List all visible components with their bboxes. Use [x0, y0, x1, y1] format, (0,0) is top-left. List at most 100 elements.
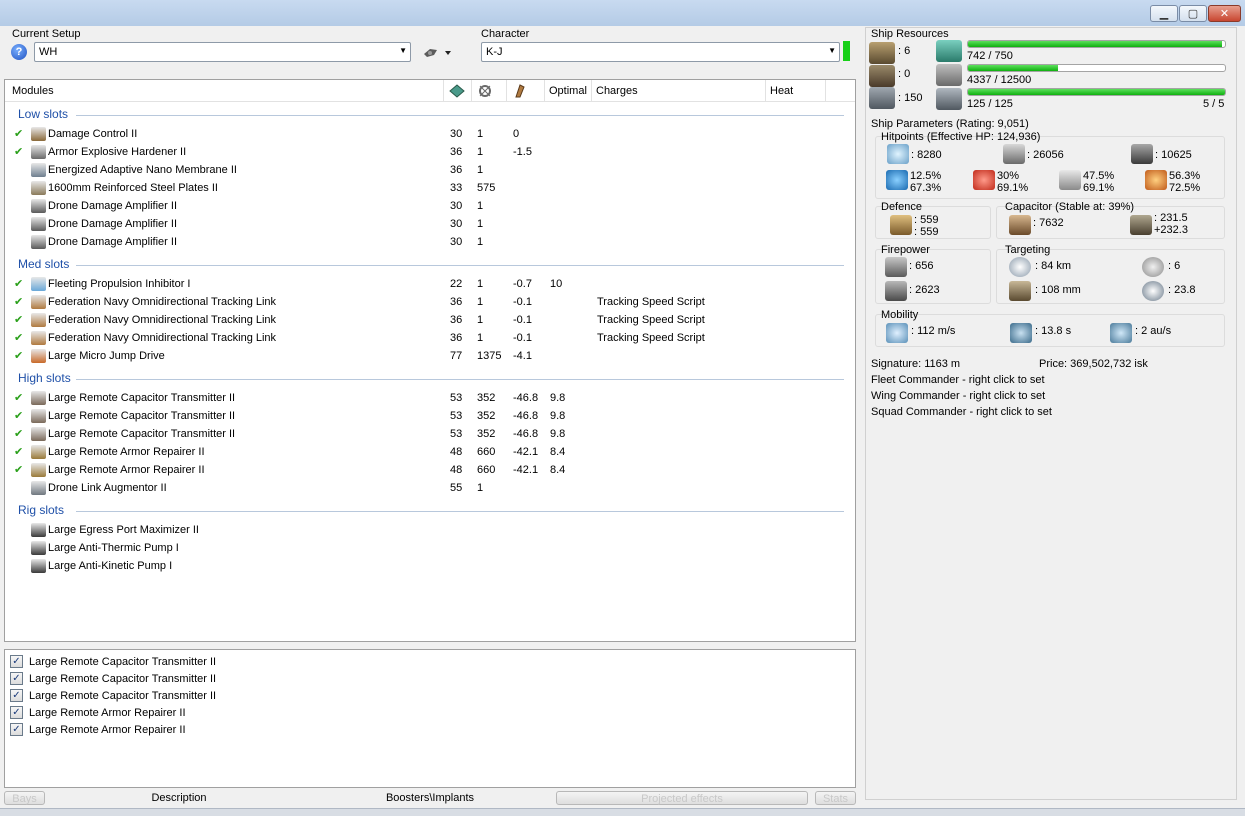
- col-optimal[interactable]: Optimal: [545, 80, 592, 102]
- maximize-button[interactable]: ▢: [1179, 5, 1207, 22]
- projected-effects-panel[interactable]: ✓ Large Remote Capacitor Transmitter II ✓ L…: [4, 649, 856, 788]
- module-capacitor: -0.7: [513, 278, 532, 290]
- module-capacitor: -0.1: [513, 332, 532, 344]
- setup-select[interactable]: WH ▼: [34, 42, 411, 62]
- active-check-icon[interactable]: ✔: [14, 427, 23, 440]
- character-select[interactable]: K-J ▼: [481, 42, 840, 62]
- projected-checkbox[interactable]: ✓: [10, 672, 23, 685]
- projected-checkbox[interactable]: ✓: [10, 689, 23, 702]
- tab-description[interactable]: Description: [120, 791, 238, 805]
- module-charge[interactable]: Tracking Speed Script: [597, 314, 705, 326]
- active-check-icon[interactable]: ✔: [14, 277, 23, 290]
- module-charge[interactable]: Tracking Speed Script: [597, 296, 705, 308]
- active-check-icon[interactable]: ✔: [14, 127, 23, 140]
- turret-hardpoint-icon: [869, 42, 895, 64]
- col-heat[interactable]: Heat: [766, 80, 826, 102]
- module-row[interactable]: ✔ Fleeting Propulsion Inhibitor I 22 1 -0.7 1…: [5, 275, 855, 293]
- module-row[interactable]: Drone Damage Amplifier II 30 1: [5, 233, 855, 251]
- active-check-icon[interactable]: ✔: [14, 331, 23, 344]
- projected-checkbox[interactable]: ✓: [10, 706, 23, 719]
- active-check-icon[interactable]: ✔: [14, 409, 23, 422]
- active-check-icon[interactable]: ✔: [14, 445, 23, 458]
- module-row[interactable]: ✔ Large Remote Armor Repairer II 48 660 -42.…: [5, 443, 855, 461]
- bottom-tabs: Bays Description Boosters\Implants Proje…: [0, 791, 860, 807]
- powergrid-value: 4337 / 12500: [967, 74, 1032, 86]
- module-row[interactable]: Drone Damage Amplifier II 30 1: [5, 215, 855, 233]
- sensor-strength-icon: [1142, 281, 1164, 301]
- projected-checkbox[interactable]: ✓: [10, 723, 23, 736]
- help-icon[interactable]: ?: [11, 44, 27, 60]
- ship-tools-button[interactable]: [421, 44, 455, 61]
- col-powergrid[interactable]: [472, 80, 507, 102]
- projected-checkbox[interactable]: ✓: [10, 655, 23, 668]
- modules-panel[interactable]: Modules Optimal Charges Heat Low slots ✔…: [4, 79, 856, 642]
- active-drones: 5 / 5: [1203, 98, 1225, 110]
- module-row[interactable]: ✔ Large Remote Armor Repairer II 48 660 -42.…: [5, 461, 855, 479]
- module-row[interactable]: ✔ Damage Control II 30 1 0: [5, 125, 855, 143]
- module-row[interactable]: ✔ Federation Navy Omnidirectional Trackin…: [5, 311, 855, 329]
- fleet-commander-slot[interactable]: Fleet Commander - right click to set: [871, 374, 1045, 386]
- module-icon: [31, 481, 46, 495]
- module-row[interactable]: ✔ Large Remote Capacitor Transmitter II 53…: [5, 407, 855, 425]
- max-speed: : 112 m/s: [911, 325, 956, 337]
- module-row[interactable]: ✔ Armor Explosive Hardener II 36 1 -1.5: [5, 143, 855, 161]
- tab-boosters-implants[interactable]: Boosters\Implants: [360, 791, 500, 805]
- module-row[interactable]: ✔ Federation Navy Omnidirectional Trackin…: [5, 329, 855, 347]
- module-row[interactable]: Large Egress Port Maximizer II: [5, 521, 855, 539]
- module-row[interactable]: Drone Damage Amplifier II 30 1: [5, 197, 855, 215]
- module-cpu: 30: [450, 200, 463, 212]
- module-row[interactable]: Energized Adaptive Nano Membrane II 36 1: [5, 161, 855, 179]
- minimize-button[interactable]: ▁: [1150, 5, 1178, 22]
- active-check-icon[interactable]: ✔: [14, 463, 23, 476]
- module-icon: [31, 541, 46, 555]
- module-row[interactable]: ✔ Large Remote Capacitor Transmitter II 53…: [5, 425, 855, 443]
- module-capacitor: 0: [513, 128, 520, 140]
- col-capacitor[interactable]: [507, 80, 545, 102]
- module-row[interactable]: ✔ Large Remote Capacitor Transmitter II 53…: [5, 389, 855, 407]
- dps-icon: [885, 257, 907, 277]
- armor-icon: [1003, 144, 1025, 164]
- module-cpu: 33: [450, 182, 463, 194]
- tab-projected-effects[interactable]: Projected effects: [556, 791, 808, 805]
- tab-bays[interactable]: Bays: [4, 791, 45, 805]
- chevron-down-icon: ▼: [399, 46, 407, 55]
- thermal-resist-icon: [973, 170, 995, 190]
- active-check-icon[interactable]: ✔: [14, 313, 23, 326]
- col-charges[interactable]: Charges: [592, 80, 766, 102]
- active-check-icon[interactable]: ✔: [14, 349, 23, 362]
- module-row[interactable]: Large Anti-Thermic Pump I: [5, 539, 855, 557]
- close-button[interactable]: ✕: [1208, 5, 1241, 22]
- module-name: Large Remote Capacitor Transmitter II: [48, 392, 236, 404]
- tab-stats[interactable]: Stats: [815, 791, 856, 805]
- scan-resolution: : 108 mm: [1035, 284, 1081, 296]
- module-row[interactable]: 1600mm Reinforced Steel Plates II 33 575: [5, 179, 855, 197]
- current-setup-label: Current Setup: [12, 28, 81, 40]
- module-optimal: 9.8: [550, 392, 566, 404]
- module-powergrid: 1: [477, 296, 484, 308]
- active-check-icon[interactable]: ✔: [14, 145, 23, 158]
- module-row[interactable]: Large Anti-Kinetic Pump I: [5, 557, 855, 575]
- module-charge[interactable]: Tracking Speed Script: [597, 332, 705, 344]
- module-row[interactable]: Drone Link Augmentor II 55 1: [5, 479, 855, 497]
- firepower-label: Firepower: [881, 244, 930, 256]
- module-cpu: 48: [450, 464, 463, 476]
- active-check-icon[interactable]: ✔: [14, 295, 23, 308]
- col-modules[interactable]: Modules: [5, 80, 444, 102]
- module-cpu: 77: [450, 350, 463, 362]
- module-name: Large Anti-Kinetic Pump I: [48, 560, 173, 572]
- cpu-fill: [968, 41, 1223, 47]
- mobility-group: Mobility : 112 m/s : 13.8 s : 2 au/s: [875, 309, 1225, 347]
- module-cpu: 30: [450, 128, 463, 140]
- volley-value: : 2623: [909, 284, 940, 296]
- module-row[interactable]: ✔ Federation Navy Omnidirectional Trackin…: [5, 293, 855, 311]
- squad-commander-slot[interactable]: Squad Commander - right click to set: [871, 406, 1052, 418]
- module-name: Damage Control II: [48, 128, 138, 140]
- module-row[interactable]: ✔ Large Micro Jump Drive 77 1375 -4.1: [5, 347, 855, 365]
- ship-gear-icon: [424, 49, 451, 57]
- module-icon: [31, 295, 46, 309]
- align-time: : 13.8 s: [1035, 325, 1072, 337]
- module-name: Large Remote Armor Repairer II: [48, 464, 205, 476]
- wing-commander-slot[interactable]: Wing Commander - right click to set: [871, 390, 1045, 402]
- col-cpu[interactable]: [444, 80, 472, 102]
- active-check-icon[interactable]: ✔: [14, 391, 23, 404]
